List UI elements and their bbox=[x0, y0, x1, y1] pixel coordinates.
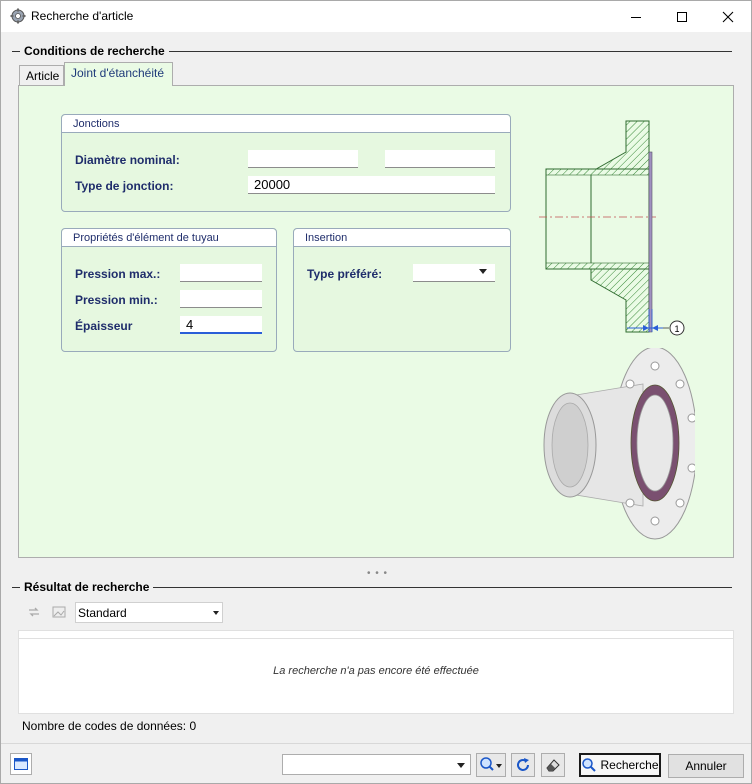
results-header-row bbox=[19, 631, 733, 639]
results-title: Résultat de recherche bbox=[20, 580, 154, 594]
type-prefere-dropdown[interactable] bbox=[413, 264, 495, 282]
pression-min-input[interactable] bbox=[180, 290, 262, 308]
dialog-window: Recherche d'article Conditions de recher… bbox=[0, 0, 752, 784]
chevron-down-icon bbox=[213, 611, 219, 615]
view-mode-value: Standard bbox=[78, 606, 127, 620]
search-button[interactable]: Recherche bbox=[579, 753, 661, 777]
splitter-handle[interactable]: • • • bbox=[367, 568, 388, 579]
flange-3d-render bbox=[543, 348, 695, 540]
view-mode-combo[interactable]: Standard bbox=[75, 602, 223, 623]
search-icon bbox=[582, 758, 597, 772]
filter-combo[interactable] bbox=[282, 754, 471, 775]
refresh-button[interactable] bbox=[511, 753, 535, 777]
window-layout-button[interactable] bbox=[10, 753, 32, 775]
jonctions-header: Jonctions bbox=[62, 115, 510, 133]
image-view-icon[interactable] bbox=[51, 604, 67, 620]
refresh-icon bbox=[517, 758, 529, 771]
diametre-nominal-label: Diamètre nominal: bbox=[75, 153, 180, 167]
swap-icon[interactable] bbox=[26, 604, 42, 620]
title-bar[interactable]: Recherche d'article bbox=[1, 1, 751, 32]
close-button[interactable] bbox=[705, 1, 751, 32]
type-jonction-input[interactable] bbox=[248, 176, 495, 194]
cancel-button[interactable]: Annuler bbox=[668, 754, 744, 778]
search-conditions-title: Conditions de recherche bbox=[20, 44, 169, 58]
search-options-button[interactable] bbox=[476, 753, 506, 777]
minimize-icon bbox=[631, 16, 641, 18]
minimize-button[interactable] bbox=[613, 1, 659, 32]
search-button-label: Recherche bbox=[600, 758, 659, 772]
insertion-group: Insertion bbox=[293, 228, 511, 352]
maximize-button[interactable] bbox=[659, 1, 705, 32]
window-icon bbox=[14, 758, 28, 770]
chevron-down-icon bbox=[457, 763, 465, 768]
footer-divider bbox=[1, 743, 751, 744]
epaisseur-label: Épaisseur bbox=[75, 319, 133, 333]
pression-max-label: Pression max.: bbox=[75, 267, 161, 281]
magnifier-dropdown-icon bbox=[480, 757, 502, 771]
type-prefere-label: Type préféré: bbox=[307, 267, 383, 281]
proprietes-header: Propriétés d'élément de tuyau bbox=[62, 229, 276, 247]
type-jonction-label: Type de jonction: bbox=[75, 179, 174, 193]
close-icon bbox=[722, 11, 734, 22]
maximize-icon bbox=[677, 11, 687, 22]
pression-max-input[interactable] bbox=[180, 264, 262, 282]
results-empty-message: La recherche n'a pas encore été effectué… bbox=[273, 665, 479, 677]
callout-number: 1 bbox=[674, 324, 679, 334]
flange-cross-section-diagram: 1 bbox=[539, 120, 685, 336]
data-code-count: Nombre de codes de données: 0 bbox=[22, 719, 197, 733]
chevron-down-icon bbox=[479, 269, 487, 274]
tab-joint-etancheite[interactable]: Joint d'étanchéité bbox=[64, 62, 173, 86]
search-conditions-panel: Jonctions Diamètre nominal: Type de jonc… bbox=[18, 85, 734, 558]
tab-article[interactable]: Article bbox=[19, 65, 64, 85]
app-gear-icon bbox=[10, 8, 26, 24]
diametre-nominal-input-2[interactable] bbox=[385, 150, 495, 168]
pression-min-label: Pression min.: bbox=[75, 293, 158, 307]
clear-button[interactable] bbox=[541, 753, 565, 777]
insertion-header: Insertion bbox=[294, 229, 510, 247]
results-list[interactable]: La recherche n'a pas encore été effectué… bbox=[18, 630, 734, 714]
diametre-nominal-input-1[interactable] bbox=[248, 150, 358, 168]
eraser-icon bbox=[546, 759, 560, 772]
epaisseur-input[interactable] bbox=[180, 316, 262, 334]
window-title: Recherche d'article bbox=[31, 9, 134, 23]
